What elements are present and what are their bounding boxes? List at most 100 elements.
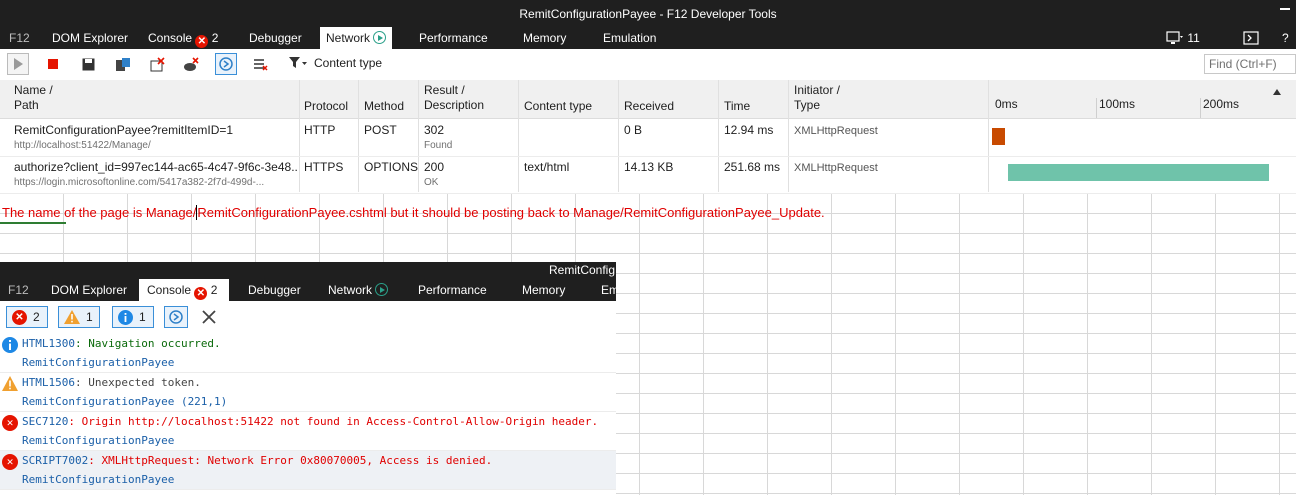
clear-cache-button[interactable] (180, 53, 202, 75)
console-message: ✕ SEC7120: Origin http://localhost:51422… (0, 412, 616, 451)
clear-on-navigate-icon (150, 56, 165, 71)
column-header-method[interactable]: Method (364, 99, 404, 114)
sort-ascending-icon[interactable] (1273, 89, 1281, 95)
request-received: 14.13 KB (624, 160, 674, 174)
tab-network[interactable]: Network (328, 279, 389, 301)
timeline-tick-line (1096, 98, 1097, 118)
request-name: RemitConfigurationPayee?remitItemID=1 (14, 123, 234, 137)
column-header-protocol[interactable]: Protocol (304, 99, 348, 114)
message-code: HTML1506 (22, 376, 75, 389)
clear-on-navigate-toggle[interactable] (164, 306, 188, 328)
message-source-link[interactable]: RemitConfigurationPayee (221,1) (22, 395, 227, 408)
top-tab-bar: F12 DOM Explorer Console ✕ 2 Debugger Ne… (0, 27, 1296, 49)
column-header-initiator[interactable]: Initiator / Type (794, 83, 840, 113)
tab-performance[interactable]: Performance (419, 27, 488, 49)
timeline-tick-0ms: 0ms (995, 97, 1018, 111)
console-prompt-icon (1243, 31, 1259, 45)
tab-network-label: Network (328, 283, 373, 297)
tab-debugger[interactable]: Debugger (248, 279, 301, 301)
tab-network[interactable]: Network (320, 27, 393, 49)
list-clear-icon (254, 58, 268, 71)
network-request-row[interactable]: RemitConfigurationPayee?remitItemID=1 ht… (0, 119, 1296, 157)
minimize-icon[interactable] (1280, 8, 1290, 10)
stop-profiling-button[interactable] (42, 53, 64, 75)
header-result-label: Result / (424, 83, 465, 97)
annotation-note: The name of the page is Manage/RemitConf… (2, 205, 825, 220)
message-code: HTML1300 (22, 337, 75, 350)
play-icon (14, 58, 23, 70)
column-header-received[interactable]: Received (624, 99, 674, 114)
message-text: : XMLHttpRequest: Network Error 0x800700… (88, 454, 493, 467)
import-button[interactable] (112, 53, 134, 75)
device-selector[interactable]: 11 (1166, 27, 1200, 49)
errors-filter-button[interactable]: ✕ 2 (6, 306, 48, 328)
console-toolbar: ✕ 2 1 1 (0, 301, 616, 335)
request-protocol: HTTPS (304, 160, 344, 174)
clear-console-button[interactable] (201, 309, 217, 328)
content-type-filter-dropdown[interactable]: Content type (288, 56, 382, 70)
cell-selection-border (0, 222, 66, 224)
annotation-text-end: RemitConfigurationPayee.cshtml but it sh… (197, 205, 825, 220)
message-code: SCRIPT7002 (22, 454, 89, 467)
console-message: ✕ SCRIPT7002: XMLHttpRequest: Network Er… (0, 451, 616, 490)
clear-session-button[interactable] (249, 53, 271, 75)
request-path: https://login.microsoftonline.com/5417a3… (14, 177, 265, 188)
header-description-label: Description (424, 98, 485, 112)
message-source-link[interactable]: RemitConfigurationPayee (22, 473, 174, 486)
request-name: authorize?client_id=997ec144-ac65-4c47-9… (14, 160, 298, 174)
console-toggle-button[interactable] (1243, 27, 1259, 49)
tab-console[interactable]: Console ✕ 2 (139, 279, 230, 301)
message-text: : Unexpected token. (74, 376, 201, 389)
message-source-link[interactable]: RemitConfigurationPayee (22, 434, 174, 447)
clear-entries-on-navigate-button[interactable] (146, 53, 168, 75)
export-har-button[interactable] (77, 53, 99, 75)
errors-count: 2 (33, 310, 40, 324)
stop-icon (48, 59, 58, 69)
tab-memory[interactable]: Memory (523, 27, 566, 49)
request-result: 200 (424, 160, 445, 174)
always-refresh-button[interactable] (215, 53, 237, 75)
request-initiator: XMLHttpRequest (794, 125, 878, 137)
request-timing-bar[interactable] (992, 128, 1006, 145)
tab-debugger[interactable]: Debugger (249, 27, 302, 49)
request-description: Found (424, 140, 453, 151)
request-result: 302 (424, 123, 445, 137)
network-table-header: Name / Path Protocol Method Result / Des… (0, 80, 1296, 119)
message-line: HTML1300: Navigation occurred. (22, 337, 221, 350)
help-button[interactable]: ? (1282, 27, 1289, 49)
start-profiling-button[interactable] (7, 53, 29, 75)
column-header-content-type[interactable]: Content type (524, 99, 592, 114)
tab-console[interactable]: Console ✕ 2 (148, 27, 218, 49)
tab-emulation[interactable]: Em (601, 279, 616, 301)
message-line: SCRIPT7002: XMLHttpRequest: Network Erro… (22, 454, 492, 467)
tab-dom-explorer[interactable]: DOM Explorer (52, 27, 128, 49)
console-error-count: 2 (211, 31, 219, 45)
message-source-link[interactable]: RemitConfigurationPayee (22, 356, 174, 369)
column-header-time[interactable]: Time (724, 99, 750, 114)
request-timing-bar[interactable] (1007, 164, 1270, 181)
info-filter-button[interactable]: 1 (112, 306, 154, 328)
device-count: 11 (1187, 31, 1200, 45)
tab-emulation[interactable]: Emulation (603, 27, 656, 49)
network-request-row[interactable]: authorize?client_id=997ec144-ac65-4c47-9… (0, 156, 1296, 194)
find-input[interactable]: Find (Ctrl+F) (1204, 54, 1296, 74)
tab-dom-explorer[interactable]: DOM Explorer (51, 279, 127, 301)
warning-icon (2, 376, 18, 391)
tab-f12[interactable]: F12 (9, 27, 30, 49)
console-message: HTML1300: Navigation occurred. RemitConf… (0, 334, 616, 373)
console-message: HTML1506: Unexpected token. RemitConfigu… (0, 373, 616, 412)
timeline-tick-line (1200, 98, 1201, 118)
column-header-result[interactable]: Result / Description (424, 83, 484, 113)
error-icon: ✕ (2, 415, 18, 431)
tab-performance[interactable]: Performance (418, 279, 487, 301)
bottom-tab-bar: F12 DOM Explorer Console ✕ 2 Debugger Ne… (0, 279, 616, 301)
request-method: POST (364, 123, 397, 137)
tab-memory[interactable]: Memory (522, 279, 565, 301)
column-header-name[interactable]: Name / Path (14, 83, 53, 113)
warnings-filter-button[interactable]: 1 (58, 306, 100, 328)
bottom-window-titlebar: RemitConfig (0, 262, 616, 279)
request-path: http://localhost:51422/Manage/ (14, 140, 151, 151)
tab-f12[interactable]: F12 (8, 279, 29, 301)
clear-cache-icon (184, 56, 199, 71)
info-icon (118, 309, 133, 325)
